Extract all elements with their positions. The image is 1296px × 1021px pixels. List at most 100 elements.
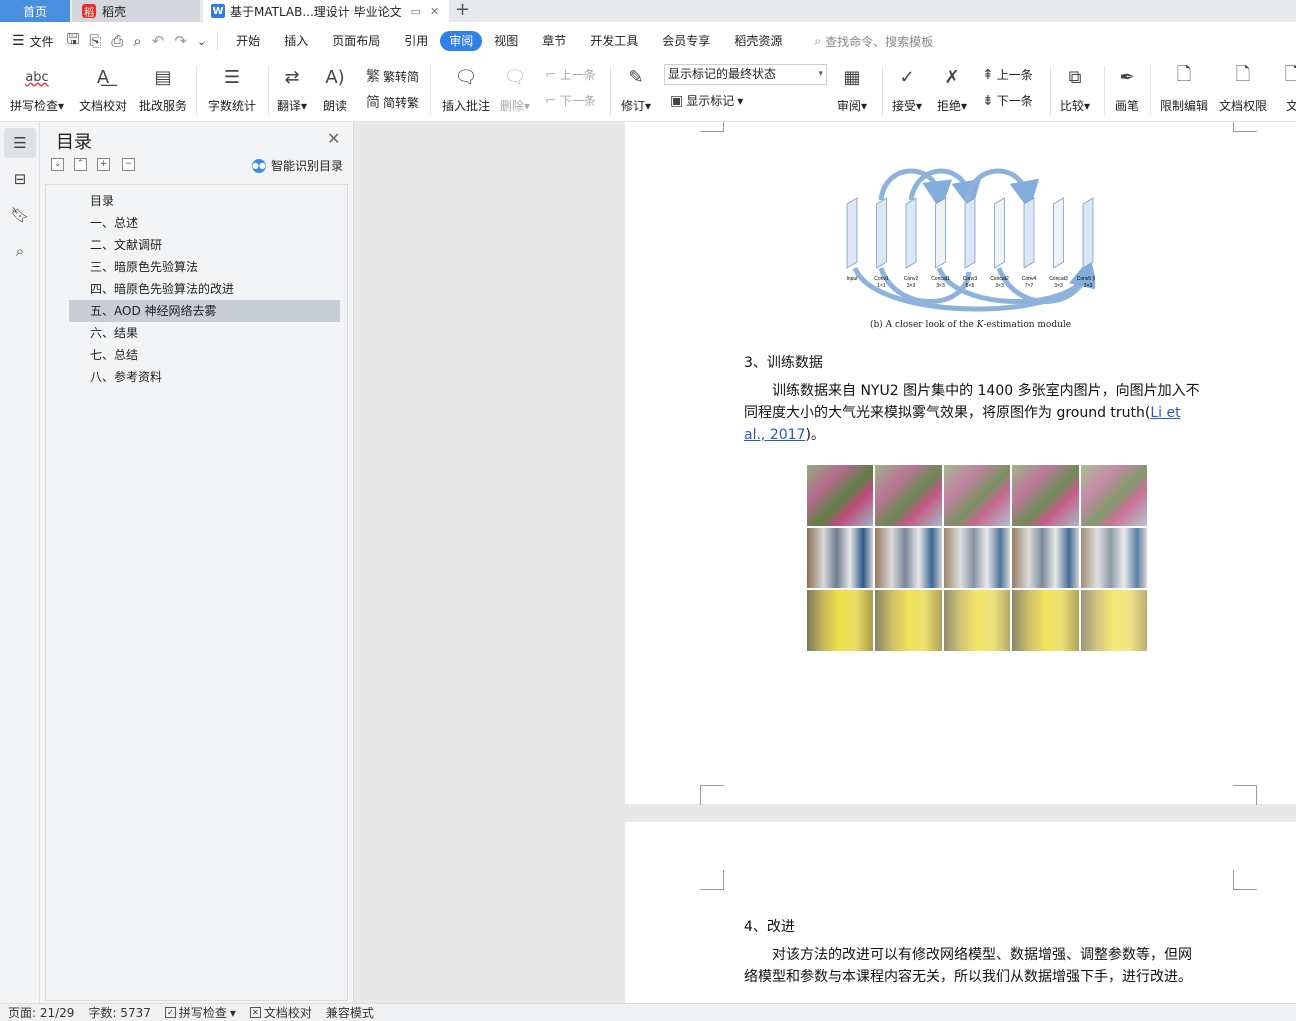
training-image-thumbnail <box>943 465 1011 526</box>
spell-check-toggle[interactable]: ✓ 拼写检查 ▾ <box>164 1004 236 1021</box>
simp-to-trad-button[interactable]: 简简转繁 <box>366 92 419 112</box>
spell-check-button[interactable]: abc 拼写检查▾ <box>10 63 64 114</box>
layer-label: Conv5 (K) <box>1077 276 1095 282</box>
layer-kernel-label: 1×1 <box>877 283 886 289</box>
monitor-icon[interactable]: ▭ <box>411 5 421 18</box>
remove-heading-icon[interactable]: − <box>122 158 135 171</box>
revise-service-button[interactable]: ▤ 批改服务 <box>139 63 187 114</box>
training-image-thumbnail <box>1012 590 1079 651</box>
toc-item[interactable]: 八、参考资料 <box>69 366 340 388</box>
layer-kernel-label: 3×3 <box>995 283 1004 289</box>
track-changes-button[interactable]: ✎ 修订▾ <box>621 63 651 114</box>
menu-page-layout[interactable]: 页面布局 <box>320 31 392 51</box>
show-markup-button[interactable]: ▣ 显示标记 ▾ <box>670 92 743 109</box>
quick-access-dropdown-icon[interactable]: ⌄ <box>197 35 206 48</box>
doc-proofread-button[interactable]: A͟ 文档校对 <box>79 63 127 114</box>
layer-label: Concat2 <box>990 276 1009 282</box>
menu-review[interactable]: 审阅 <box>440 31 483 51</box>
chevron-down-icon: ▾ <box>818 69 823 79</box>
layer-block <box>994 197 1005 269</box>
menu-start[interactable]: 开始 <box>224 31 272 51</box>
chapter-nav-icon[interactable]: ⊟ <box>4 164 36 194</box>
close-icon[interactable]: ✕ <box>327 129 340 148</box>
training-image-thumbnail <box>807 590 874 651</box>
print-icon[interactable]: ⎙ <box>111 32 123 50</box>
doc-more-button[interactable]: 🗋 文 <box>1279 63 1296 114</box>
tab-daoke[interactable]: 稻 稻壳 <box>72 0 200 22</box>
toc-item[interactable]: 三、暗原色先验算法 <box>69 256 340 278</box>
menu-insert[interactable]: 插入 <box>272 31 320 51</box>
toc-item[interactable]: 二、文献调研 <box>69 234 340 256</box>
bookmark-icon[interactable]: 🔖︎ <box>4 200 36 230</box>
page-indicator[interactable]: 页面: 21/29 <box>8 1004 74 1021</box>
review-pane-button[interactable]: ▦ 审阅▾ <box>837 63 867 114</box>
save-icon[interactable]: 🖫 <box>67 29 80 54</box>
ribbon-separator <box>268 66 269 116</box>
training-image-thumbnail <box>1080 465 1147 526</box>
new-tab-button[interactable]: + <box>455 0 470 20</box>
compare-button[interactable]: ⧉ 比较▾ <box>1060 63 1090 114</box>
menu-daoke-resources[interactable]: 稻壳资源 <box>722 31 794 51</box>
expand-all-icon[interactable]: ⌄ <box>51 158 64 171</box>
word-count-button[interactable]: ☰ 字数统计 <box>208 63 256 114</box>
crop-mark <box>1233 870 1257 890</box>
toc-item[interactable]: 七、总结 <box>69 344 340 366</box>
read-aloud-button[interactable]: A) 朗读 <box>322 63 348 114</box>
next-change-icon: ⇟ <box>982 92 994 109</box>
reject-icon: ✗ <box>944 66 960 88</box>
markup-state-select[interactable]: 显示标记的最终状态 ▾ <box>664 64 827 85</box>
smart-toc-button[interactable]: ●● 智能识别目录 <box>252 157 343 174</box>
redo-icon[interactable]: ↷ <box>174 32 187 50</box>
document-page: 4、改进 对该方法的改进可以有修改网络模型、数据增强、调整参数等，但网络模型和参… <box>625 822 1296 1003</box>
section-heading: 3、训练数据 <box>744 355 823 371</box>
accept-button[interactable]: ✓ 接受▾ <box>892 63 922 114</box>
prev-change-button[interactable]: ⇞ 上一条 <box>982 66 1033 83</box>
training-image-thumbnail <box>875 590 942 651</box>
layer-kernel-label: 3×3 <box>1084 283 1093 289</box>
proofread-toggle[interactable]: ✕ 文档校对 <box>249 1004 312 1021</box>
tab-home[interactable]: 首页 <box>0 0 70 22</box>
toc-item-selected[interactable]: 五、AOD 神经网络去雾 <box>69 300 340 322</box>
menu-view[interactable]: 视图 <box>482 31 530 51</box>
toc-item[interactable]: 四、暗原色先验算法的改进 <box>69 278 340 300</box>
trad-to-simp-button[interactable]: 繁繁转简 <box>366 66 419 86</box>
tab-document[interactable]: W 基于MATLAB...理设计 毕业论文 ▭ ✕ <box>203 0 449 22</box>
command-search[interactable]: ⌕ 查找命令、搜索模板 <box>814 33 933 50</box>
toc-item[interactable]: 六、结果 <box>69 322 340 344</box>
word-count-icon: ☰ <box>223 66 241 88</box>
prev-comment-button[interactable]: ⌐ 上一条 <box>545 66 596 83</box>
training-image-thumbnail <box>1080 590 1147 651</box>
word-count-indicator[interactable]: 字数: 5737 <box>88 1004 150 1021</box>
lock-document-icon: 🗋 <box>1176 64 1192 85</box>
menu-references[interactable]: 引用 <box>392 31 440 51</box>
toc-item[interactable]: 一、总述 <box>69 212 340 234</box>
layer-kernel-label: 3×3 <box>907 283 916 289</box>
collapse-all-icon[interactable]: ⌃ <box>74 158 87 171</box>
ink-button[interactable]: ✒ 画笔 <box>1114 63 1140 114</box>
reject-button[interactable]: ✗ 拒绝▾ <box>937 63 967 114</box>
restrict-edit-button[interactable]: 🗋 限制编辑 <box>1160 63 1208 114</box>
insert-comment-button[interactable]: 🗨 插入批注 <box>442 63 490 114</box>
close-tab-icon[interactable]: ✕ <box>430 5 439 18</box>
document-canvas[interactable]: Input Conv1 Conv2 Concat1 Conv3 Concat2 Conv4 C… <box>354 122 1296 1003</box>
delete-comment-button[interactable]: 🗨 删除▾ <box>500 63 530 114</box>
print-preview-icon[interactable]: ⌕ <box>133 32 141 50</box>
doc-rights-button[interactable]: 🗋 文档权限 <box>1219 63 1267 114</box>
export-pdf-icon[interactable]: ⎘ <box>89 32 101 50</box>
menu-chapter[interactable]: 章节 <box>530 31 578 51</box>
undo-icon[interactable]: ↶ <box>152 32 165 50</box>
ribbon-separator <box>1104 66 1105 116</box>
search-icon[interactable]: ⌕ <box>4 236 36 266</box>
menu-member[interactable]: 会员专享 <box>650 31 722 51</box>
add-heading-icon[interactable]: + <box>97 158 110 171</box>
toc-pane-icon[interactable]: ☰ <box>4 128 36 158</box>
file-menu-button[interactable]: ☰ 文件 <box>12 33 54 50</box>
layer-label: Concat3 <box>1049 276 1068 282</box>
translate-button[interactable]: ⇄ 翻译▾ <box>277 63 307 114</box>
crop-mark <box>1233 122 1257 132</box>
next-comment-button[interactable]: ⌐ 下一条 <box>545 92 596 109</box>
next-change-button[interactable]: ⇟ 下一条 <box>982 92 1033 109</box>
markup-state-value: 显示标记的最终状态 <box>668 67 777 81</box>
menu-developer[interactable]: 开发工具 <box>578 31 650 51</box>
toc-item[interactable]: 目录 <box>69 190 340 212</box>
